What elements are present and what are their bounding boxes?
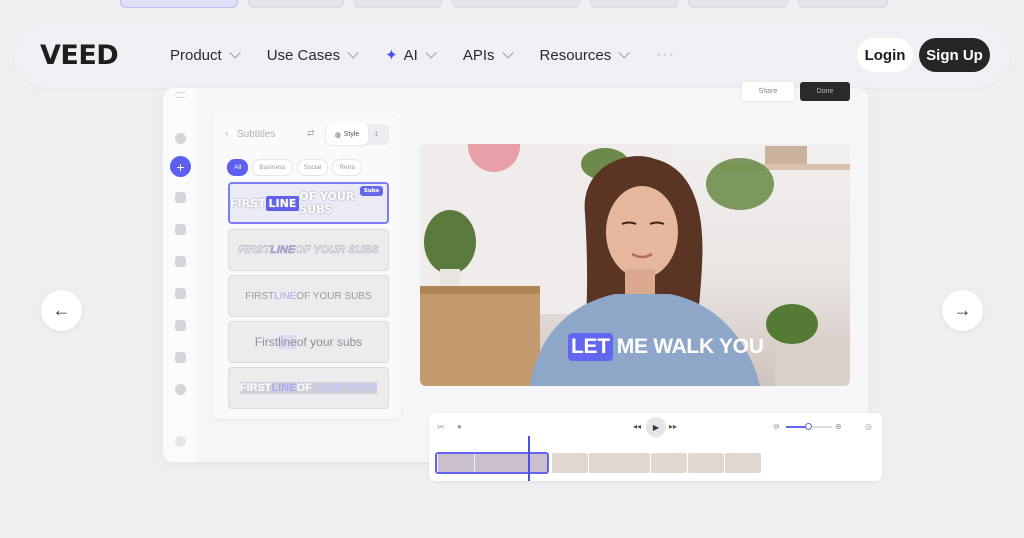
- veed-logo[interactable]: VEED: [40, 40, 119, 71]
- subtitle-style-text: First: [254, 335, 279, 349]
- palette-icon: ◍: [334, 131, 341, 139]
- filter-social[interactable]: Social: [296, 159, 329, 176]
- nav-item-resources[interactable]: Resources: [539, 46, 630, 64]
- chevron-down-icon: [425, 47, 437, 59]
- subtitle-style-card[interactable]: First line of your subs: [228, 321, 389, 363]
- timeline-playhead[interactable]: [528, 436, 530, 481]
- nav-item-apis[interactable]: APIs: [462, 46, 514, 64]
- nav-item-label: AI: [403, 46, 418, 64]
- subtitle-style-text: OF YOUR SUBS: [295, 244, 379, 257]
- top-navbar: VEED Product Use Cases ✦ AI APIs Resourc…: [14, 22, 1010, 88]
- subtitle-style-text: FIRST: [245, 290, 275, 302]
- timeline-clip[interactable]: [725, 453, 761, 473]
- subtitle-filters: All Business Social Retro: [227, 159, 363, 176]
- help-icon[interactable]: [175, 436, 186, 447]
- subtitle-style-card[interactable]: FIRST LINE OF YOUR SUBS: [228, 367, 389, 409]
- mic-icon[interactable]: ●: [457, 422, 462, 431]
- nav-item-product[interactable]: Product: [170, 46, 241, 64]
- signup-button[interactable]: Sign Up: [919, 38, 990, 72]
- subtitle-style-card[interactable]: FIRST LINE OF YOUR SUBS: [228, 229, 389, 271]
- selected-clip[interactable]: [435, 452, 549, 474]
- video-icon[interactable]: [175, 352, 186, 363]
- subtitle-style-text: FIRST: [230, 196, 266, 210]
- video-caption: LET ME WALK YOU: [568, 333, 764, 361]
- add-media-icon[interactable]: +: [170, 156, 191, 177]
- play-icon[interactable]: ▶: [646, 417, 666, 437]
- timeline-clip[interactable]: [688, 453, 724, 473]
- chevron-down-icon: [347, 47, 359, 59]
- filter-retro[interactable]: Retro: [332, 159, 363, 176]
- back-icon[interactable]: ‹: [225, 128, 228, 139]
- subtitle-style-highlight: LINE: [270, 244, 296, 257]
- style-tab-label: Style: [343, 131, 360, 138]
- timeline-clip[interactable]: [614, 453, 650, 473]
- skip-forward-icon[interactable]: ▸▸: [669, 422, 677, 431]
- elements-icon[interactable]: [175, 288, 186, 299]
- menu-icon[interactable]: [175, 92, 186, 98]
- timeline-clip[interactable]: [651, 453, 687, 473]
- subtitle-style-highlight: LINE: [274, 290, 297, 302]
- skip-back-icon[interactable]: ◂◂: [633, 422, 641, 431]
- filter-all[interactable]: All: [227, 159, 249, 176]
- nav-item-label: APIs: [462, 46, 495, 64]
- sparkle-icon: ✦: [385, 47, 398, 64]
- adjust-icon[interactable]: ↕: [374, 128, 379, 138]
- text-icon[interactable]: [175, 256, 186, 267]
- login-button[interactable]: Login: [857, 38, 913, 72]
- nav-item-use-cases[interactable]: Use Cases: [266, 46, 359, 64]
- editor-sidebar: +: [163, 88, 197, 462]
- subtitle-style-highlight: LINE: [265, 195, 300, 211]
- zoom-in-icon[interactable]: ⊕: [835, 422, 842, 431]
- caption-text: ME WALK YOU: [616, 335, 764, 358]
- subtitles-icon[interactable]: [175, 224, 186, 235]
- split-icon[interactable]: ✂: [437, 422, 445, 433]
- swap-icon[interactable]: ⇄: [307, 128, 315, 139]
- done-button[interactable]: Done: [800, 82, 850, 101]
- record-icon[interactable]: [175, 320, 186, 331]
- zoom-out-icon[interactable]: ⊖: [773, 422, 780, 431]
- filter-business[interactable]: Business: [252, 159, 293, 176]
- filters-icon[interactable]: [175, 384, 186, 395]
- chevron-down-icon: [501, 47, 514, 59]
- background-tab-strip: [120, 0, 910, 8]
- subtitle-style-card[interactable]: FIRST LINE OF YOUR SUBS Subs: [228, 182, 389, 224]
- nav-item-label: Resources: [539, 46, 612, 64]
- nav-menu: Product Use Cases ✦ AI APIs Resources ··…: [170, 22, 705, 88]
- style-tab[interactable]: ◍ Style: [326, 124, 368, 145]
- share-button[interactable]: Share: [742, 82, 794, 101]
- subtitle-style-text: OF: [296, 382, 312, 394]
- timeline-clip[interactable]: [552, 453, 588, 473]
- subs-badge: Subs: [359, 186, 383, 196]
- settings-icon[interactable]: [175, 133, 186, 144]
- prev-arrow-icon[interactable]: ←: [41, 290, 82, 331]
- subtitle-style-card[interactable]: FIRST LINE OF YOUR SUBS: [228, 275, 389, 317]
- subtitles-panel: ‹ Subtitles ⇄ ◍ Style ↕ All Business Soc…: [213, 112, 401, 419]
- chevron-down-icon: [229, 47, 241, 59]
- nav-item-label: Product: [170, 46, 222, 64]
- chevron-down-icon: [618, 47, 630, 59]
- next-arrow-icon[interactable]: →: [942, 290, 983, 331]
- subtitle-style-highlight: line: [278, 335, 297, 349]
- subtitle-style-text: OF YOUR SUBS: [296, 290, 372, 302]
- subtitle-style-text: FIRST: [239, 382, 272, 394]
- caption-highlight-word: LET: [568, 333, 613, 361]
- subtitle-style-text: of your subs: [296, 335, 363, 349]
- subtitles-panel-title: Subtitles: [237, 129, 276, 140]
- subtitle-style-highlight: YOUR SUBS: [311, 382, 378, 394]
- media-icon[interactable]: [175, 192, 186, 203]
- zoom-slider-handle[interactable]: [805, 423, 812, 430]
- zoom-track: [812, 426, 832, 428]
- subtitle-style-text: FIRST: [238, 244, 271, 257]
- more-menu-icon[interactable]: ···: [656, 46, 675, 64]
- nav-item-ai[interactable]: ✦ AI: [385, 46, 437, 64]
- nav-item-label: Use Cases: [266, 46, 341, 64]
- subtitle-style-highlight: LINE: [271, 382, 297, 394]
- fit-icon[interactable]: ◎: [865, 422, 872, 431]
